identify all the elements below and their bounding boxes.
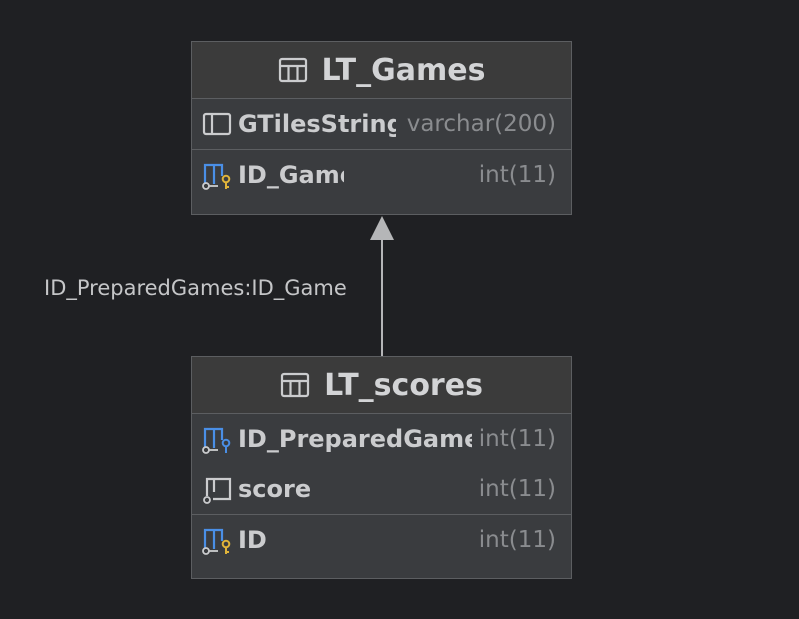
column-type: varchar(200) [406,111,556,137]
key-section: ID int(11) [192,515,571,565]
table-lt-scores[interactable]: LT_scores ID_PreparedGames int(11) score… [191,356,572,579]
diagram-canvas: ID_PreparedGames:ID_Game LT_Games GTiles… [0,0,799,619]
foreign-key-icon [202,427,231,454]
table-header[interactable]: LT_Games [192,42,571,99]
column-name: ID_PreparedGames [238,425,472,453]
column-name: ID_Game [238,161,344,189]
table-header[interactable]: LT_scores [192,357,571,414]
column-row[interactable]: score int(11) [192,464,571,514]
column-row[interactable]: ID int(11) [192,515,571,565]
table-icon [280,372,310,398]
column-row[interactable]: ID_Game int(11) [192,150,571,200]
primary-key-icon [202,528,231,555]
relationship-arrowhead [370,216,394,240]
relationship-label: ID_PreparedGames:ID_Game [44,276,347,300]
table-icon [278,57,307,83]
column-name: score [238,475,312,503]
column-section: GTilesString varchar(200) [192,99,571,150]
table-lt-games[interactable]: LT_Games GTilesString varchar(200) ID_Ga… [191,41,572,215]
table-title: LT_scores [324,367,483,403]
column-name: GTilesString [238,110,396,138]
column-name: ID [238,526,267,554]
column-row[interactable]: ID_PreparedGames int(11) [192,414,571,464]
column-type: int(11) [478,476,556,502]
column-type: int(11) [478,162,556,188]
column-icon [202,112,232,136]
table-title: LT_Games [321,52,486,88]
column-type: int(11) [478,527,556,553]
column-row[interactable]: GTilesString varchar(200) [192,99,571,149]
column-section: ID_PreparedGames int(11) score int(11) [192,414,571,515]
column-type: int(11) [478,426,556,452]
primary-key-icon [202,163,231,190]
key-section: ID_Game int(11) [192,150,571,200]
column-icon [203,477,232,504]
